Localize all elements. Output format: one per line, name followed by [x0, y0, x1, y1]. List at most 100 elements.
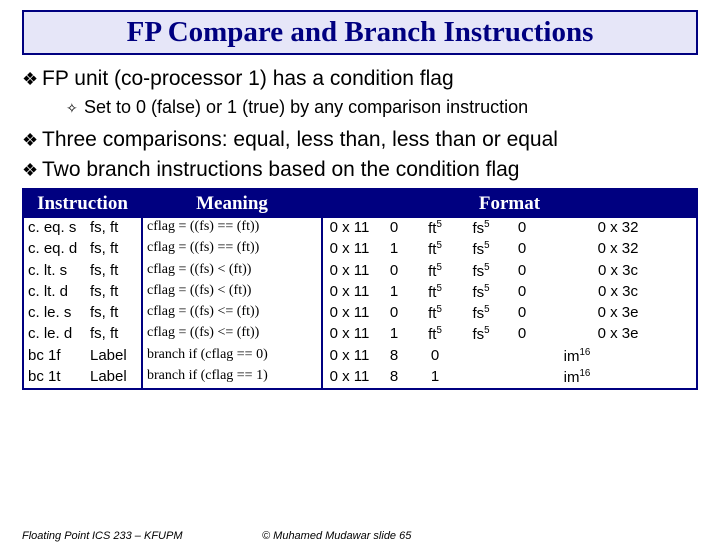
cell: im16	[458, 367, 696, 388]
cell: bc 1t	[24, 367, 86, 388]
cell: 0	[412, 346, 458, 367]
cell: cflag = ((fs) <= (ft))	[142, 303, 322, 324]
cell: ft5	[412, 324, 458, 345]
cell: 0	[504, 239, 540, 260]
cell: 1	[376, 324, 412, 345]
bullet-list: ❖FP unit (co-processor 1) has a conditio…	[22, 67, 698, 182]
cell: 0 x 11	[322, 324, 376, 345]
cell: 0 x 11	[322, 303, 376, 324]
cell: cflag = ((fs) == (ft))	[142, 218, 322, 239]
cell: 0	[504, 324, 540, 345]
cell: 0 x 3c	[540, 261, 696, 282]
cell: 0	[504, 303, 540, 324]
title-text: FP Compare and Branch Instructions	[32, 16, 688, 49]
cell: 0 x 32	[540, 218, 696, 239]
cell: ft5	[412, 218, 458, 239]
table-row: c. eq. sfs, ftcflag = ((fs) == (ft))0 x …	[24, 218, 696, 239]
diamond-icon: ❖	[22, 160, 42, 181]
bullet-3-text: Two branch instructions based on the con…	[42, 158, 519, 181]
cell: c. le. s	[24, 303, 86, 324]
footer-copyright: © Muhamed Mudawar slide 65	[262, 530, 411, 542]
table-row: bc 1fLabelbranch if (cflag == 0)0 x 1180…	[24, 346, 696, 367]
cell: cflag = ((fs) < (ft))	[142, 261, 322, 282]
cell: Label	[86, 367, 142, 388]
cell: cflag = ((fs) < (ft))	[142, 282, 322, 303]
cell: 1	[412, 367, 458, 388]
cell: cflag = ((fs) == (ft))	[142, 239, 322, 260]
cell: fs, ft	[86, 218, 142, 239]
cell: c. lt. d	[24, 282, 86, 303]
cell: fs, ft	[86, 324, 142, 345]
cell: 1	[376, 282, 412, 303]
cell: fs5	[458, 218, 504, 239]
page-title: FP Compare and Branch Instructions	[22, 10, 698, 55]
cell: 1	[376, 239, 412, 260]
cell: 0	[504, 261, 540, 282]
table-header-row: Instruction Meaning Format	[24, 190, 696, 218]
cell: fs5	[458, 261, 504, 282]
cell: 0 x 11	[322, 239, 376, 260]
cell: 0	[376, 261, 412, 282]
cell: fs5	[458, 324, 504, 345]
cell: fs5	[458, 239, 504, 260]
cell: 0 x 3e	[540, 303, 696, 324]
cell: ft5	[412, 261, 458, 282]
bullet-1: ❖FP unit (co-processor 1) has a conditio…	[22, 67, 698, 91]
cell: 8	[376, 367, 412, 388]
cell: ft5	[412, 282, 458, 303]
diamond-icon: ✧	[66, 100, 84, 117]
cell: c. le. d	[24, 324, 86, 345]
cell: branch if (cflag == 1)	[142, 367, 322, 388]
bullet-3: ❖Two branch instructions based on the co…	[22, 158, 698, 182]
cell: 8	[376, 346, 412, 367]
table-row: c. le. sfs, ftcflag = ((fs) <= (ft))0 x …	[24, 303, 696, 324]
cell: 0 x 3e	[540, 324, 696, 345]
cell: fs, ft	[86, 303, 142, 324]
table-row: c. lt. sfs, ftcflag = ((fs) < (ft))0 x 1…	[24, 261, 696, 282]
cell: c. eq. s	[24, 218, 86, 239]
table-row: c. eq. dfs, ftcflag = ((fs) == (ft))0 x …	[24, 239, 696, 260]
cell: 0	[504, 282, 540, 303]
cell: ft5	[412, 303, 458, 324]
cell: fs5	[458, 303, 504, 324]
bullet-1a: ✧Set to 0 (false) or 1 (true) by any com…	[66, 97, 698, 118]
cell: 0 x 11	[322, 261, 376, 282]
cell: 0 x 11	[322, 367, 376, 388]
bullet-2-text: Three comparisons: equal, less than, les…	[42, 128, 558, 151]
cell: fs, ft	[86, 239, 142, 260]
cell: bc 1f	[24, 346, 86, 367]
cell: branch if (cflag == 0)	[142, 346, 322, 367]
th-instruction: Instruction	[24, 190, 142, 218]
th-format: Format	[322, 190, 696, 218]
cell: 0 x 11	[322, 218, 376, 239]
cell: im16	[458, 346, 696, 367]
cell: cflag = ((fs) <= (ft))	[142, 324, 322, 345]
cell: 0	[376, 303, 412, 324]
cell: 0	[504, 218, 540, 239]
footer-topic: Floating Point	[22, 530, 92, 542]
cell: fs, ft	[86, 261, 142, 282]
diamond-icon: ❖	[22, 130, 42, 151]
cell: 0	[376, 218, 412, 239]
cell: Label	[86, 346, 142, 367]
cell: fs5	[458, 282, 504, 303]
cell: 0 x 11	[322, 282, 376, 303]
table-row: c. lt. dfs, ftcflag = ((fs) < (ft))0 x 1…	[24, 282, 696, 303]
footer-course: ICS 233 – KFUPM	[92, 530, 262, 542]
bullet-2: ❖Three comparisons: equal, less than, le…	[22, 128, 698, 152]
cell: 0 x 11	[322, 346, 376, 367]
cell: 0 x 3c	[540, 282, 696, 303]
bullet-1a-text: Set to 0 (false) or 1 (true) by any comp…	[84, 97, 528, 117]
footer: Floating Point ICS 233 – KFUPM © Muhamed…	[22, 530, 698, 542]
cell: c. lt. s	[24, 261, 86, 282]
table-row: c. le. dfs, ftcflag = ((fs) <= (ft))0 x …	[24, 324, 696, 345]
cell: ft5	[412, 239, 458, 260]
table-row: bc 1tLabelbranch if (cflag == 1)0 x 1181…	[24, 367, 696, 388]
cell: 0 x 32	[540, 239, 696, 260]
th-meaning: Meaning	[142, 190, 322, 218]
diamond-icon: ❖	[22, 69, 42, 90]
instruction-table: Instruction Meaning Format c. eq. sfs, f…	[22, 188, 698, 390]
cell: fs, ft	[86, 282, 142, 303]
cell: c. eq. d	[24, 239, 86, 260]
bullet-1-text: FP unit (co-processor 1) has a condition…	[42, 67, 454, 90]
